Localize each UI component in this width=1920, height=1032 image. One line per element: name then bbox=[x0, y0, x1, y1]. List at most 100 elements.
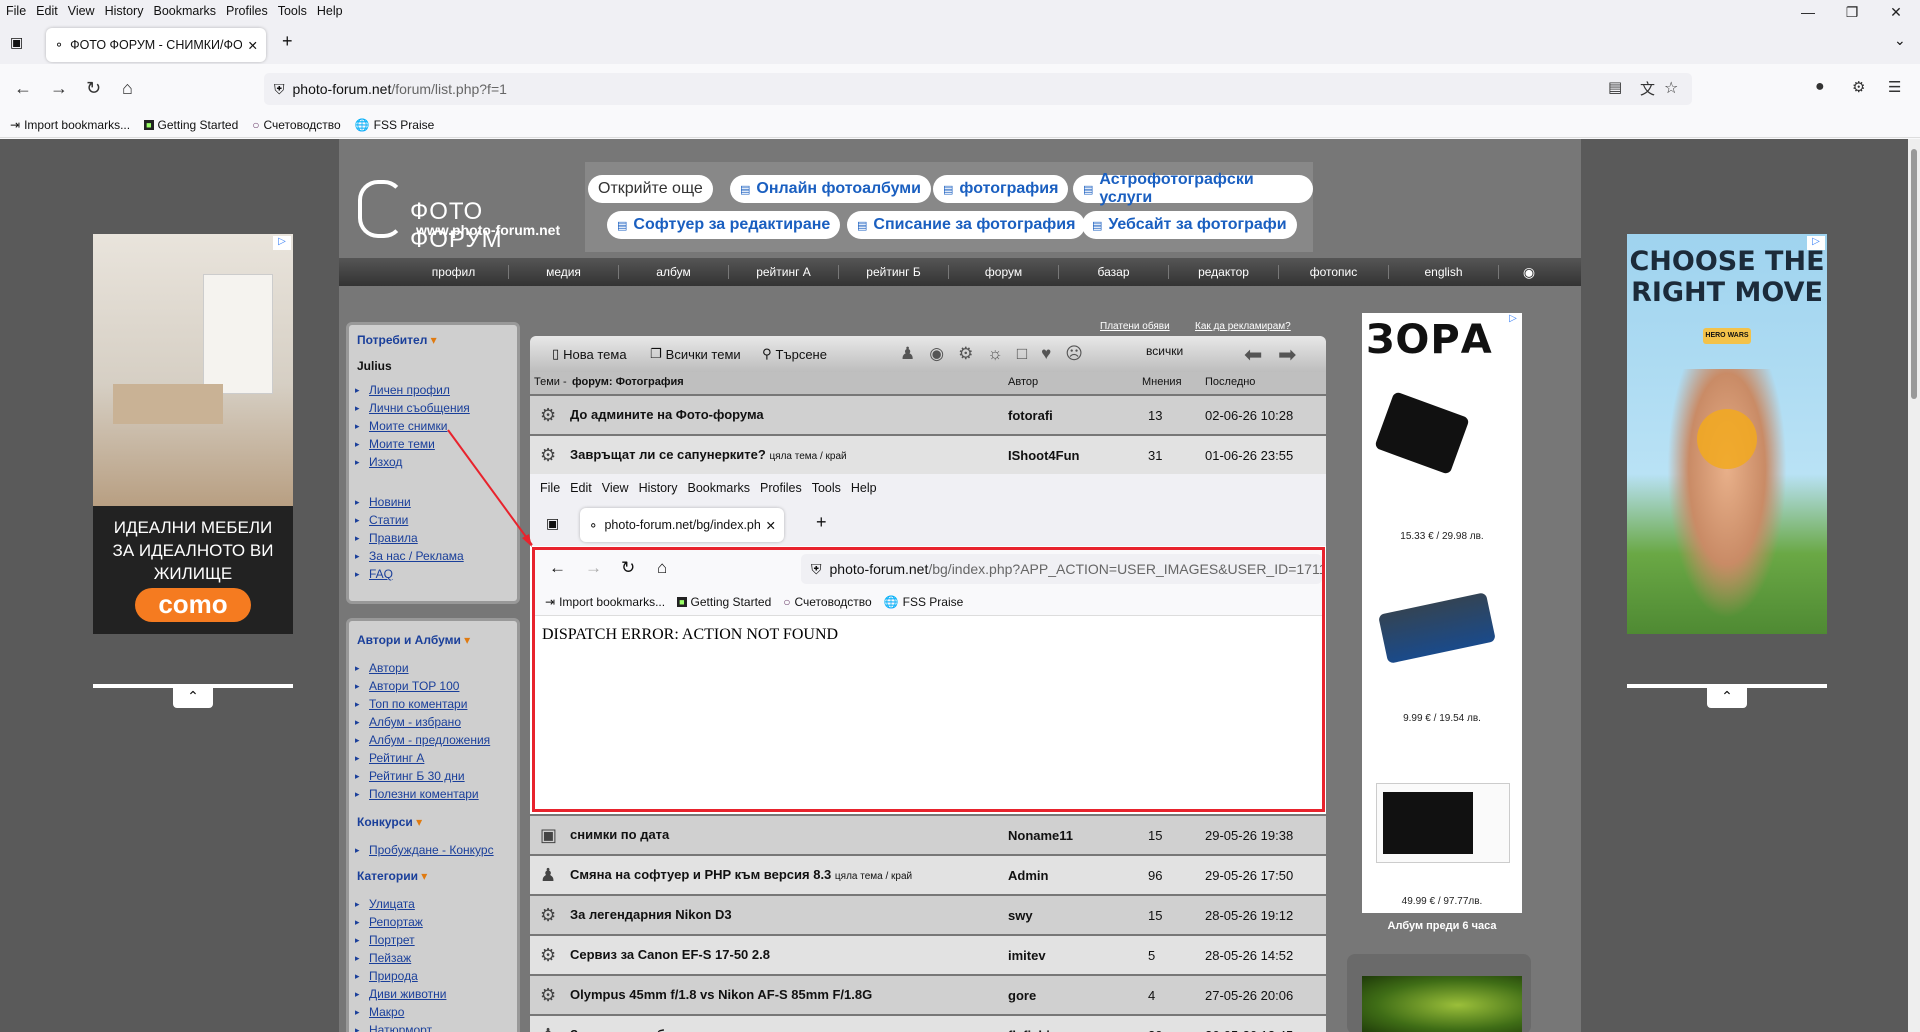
topic-author[interactable]: IShoot4Fun bbox=[1008, 448, 1080, 463]
sidebar-link[interactable]: Природа bbox=[369, 969, 418, 983]
menu-album[interactable]: албум bbox=[619, 265, 729, 279]
scrollbar[interactable] bbox=[1908, 139, 1920, 1032]
scrollbar-thumb[interactable] bbox=[1911, 149, 1917, 399]
table-row[interactable]: ⚙ Olympus 45mm f/1.8 vs Nikon AF-S 85mm F… bbox=[530, 976, 1326, 1014]
sidebar-link[interactable]: Изход bbox=[369, 455, 402, 469]
close-window-icon[interactable]: ✕ bbox=[1876, 0, 1916, 24]
tag-software[interactable]: ▤ Софтуер за редактиране bbox=[607, 211, 841, 239]
menu-edit[interactable]: Edit bbox=[36, 4, 58, 18]
menu-rating-b[interactable]: рейтинг Б bbox=[839, 265, 949, 279]
filter-icons[interactable]: ♟◉⚙☼□♥☹ bbox=[900, 344, 1097, 364]
sidebar-link[interactable]: Моите снимки bbox=[369, 419, 447, 433]
collapse-ad-icon[interactable]: ⌃ bbox=[173, 688, 213, 708]
account-icon[interactable]: ● bbox=[1815, 78, 1825, 96]
topic-author[interactable]: flyfishing bbox=[1008, 1028, 1066, 1032]
star-icon[interactable]: ☆ bbox=[1664, 78, 1678, 98]
minimize-icon[interactable]: — bbox=[1788, 0, 1828, 24]
sidebar-link[interactable]: Новини bbox=[369, 495, 411, 509]
paid-ads-link[interactable]: Платени обяви bbox=[1100, 321, 1170, 332]
menu-fotopis[interactable]: фотопис bbox=[1279, 265, 1389, 279]
tag-website[interactable]: ▤ Уебсайт за фотографи bbox=[1082, 211, 1297, 239]
sidebar-link[interactable]: Албум - избрано bbox=[369, 715, 461, 729]
extensions-icon[interactable]: ⚙ bbox=[1852, 78, 1865, 96]
topic-title[interactable]: снимки по дата bbox=[570, 827, 669, 842]
adchoices-icon[interactable]: ▷ bbox=[1807, 236, 1825, 250]
menu-forum[interactable]: форум bbox=[949, 265, 1059, 279]
sidebar-link[interactable]: Автори TOP 100 bbox=[369, 679, 459, 693]
table-row[interactable]: ♟ Смяна на софтуер и PHP към версия 8.3 ц… bbox=[530, 856, 1326, 894]
left-ad[interactable]: ▷ ИДЕАЛНИ МЕБЕЛИ ЗА ИДЕАЛНОТО ВИ ЖИЛИЩЕ … bbox=[93, 234, 293, 634]
translate-icon[interactable]: 文 bbox=[1640, 78, 1655, 99]
topic-author[interactable]: Admin bbox=[1008, 868, 1048, 883]
new-tab-icon[interactable]: + bbox=[282, 31, 293, 52]
close-tab-icon[interactable]: ✕ bbox=[248, 38, 258, 53]
sidebar-link[interactable]: Моите теми bbox=[369, 437, 435, 451]
sidebar-link[interactable]: Рейтинг А bbox=[369, 751, 424, 765]
url-bar[interactable]: ⛨ photo-forum.net /forum/list.php?f=1 bbox=[264, 73, 1692, 105]
zora-ad[interactable]: ЗОРА ▷ 15.33 € / 29.98 лв. 9.99 € / 19.5… bbox=[1362, 313, 1522, 913]
forward-icon[interactable]: → bbox=[50, 78, 68, 99]
menu-profile[interactable]: профил bbox=[399, 265, 509, 279]
site-logo[interactable]: ФОТО ФОРУМ www.photo-forum.net bbox=[358, 170, 568, 253]
adchoices-icon[interactable]: ▷ bbox=[273, 236, 291, 250]
topic-title[interactable]: До админите на Фото-форума bbox=[570, 407, 764, 422]
sidebar-link[interactable]: Репортаж bbox=[369, 915, 423, 929]
camera-icon[interactable]: ◉ bbox=[1499, 264, 1559, 281]
tab-list-icon[interactable]: ▣ bbox=[10, 34, 23, 51]
sidebar-link[interactable]: Натюрморт bbox=[369, 1023, 432, 1032]
restore-icon[interactable]: ❐ bbox=[1832, 0, 1872, 24]
sidebar-link[interactable]: Рейтинг Б 30 дни bbox=[369, 769, 465, 783]
topic-author[interactable]: swy bbox=[1008, 908, 1033, 923]
menu-tools[interactable]: Tools bbox=[278, 4, 307, 18]
menu-view[interactable]: View bbox=[68, 4, 95, 18]
topic-title[interactable]: Olympus 45mm f/1.8 vs Nikon AF-S 85mm F/… bbox=[570, 987, 872, 1002]
sidebar-link[interactable]: Топ по коментари bbox=[369, 697, 467, 711]
table-row[interactable]: ⚙ Завръщат ли се сапунерките? цяла тема /… bbox=[530, 436, 1326, 474]
home-icon[interactable]: ⌂ bbox=[122, 78, 133, 99]
table-row[interactable]: ⚙ За легендарния Nikon D3 swy 15 28-05-26 1… bbox=[530, 896, 1326, 934]
sidebar-link[interactable]: Пробуждане - Конкурс bbox=[369, 843, 494, 857]
topic-title[interactable]: За колегите,обичащи да снимат в дивото..… bbox=[570, 1027, 851, 1032]
sidebar-link[interactable]: Правила bbox=[369, 531, 418, 545]
menu-file[interactable]: File bbox=[6, 4, 26, 18]
sidebar-link[interactable]: Статии bbox=[369, 513, 408, 527]
topic-author[interactable]: fotorafi bbox=[1008, 408, 1053, 423]
chevron-down-icon[interactable]: ⌄ bbox=[1894, 32, 1906, 49]
prev-arrow-icon[interactable]: ⬅ bbox=[1244, 342, 1262, 368]
menu-help[interactable]: Help bbox=[317, 4, 343, 18]
sidebar-link[interactable]: Макро bbox=[369, 1005, 404, 1019]
menu-media[interactable]: медия bbox=[509, 265, 619, 279]
topic-title[interactable]: Сервиз за Canon EF-S 17-50 2.8 bbox=[570, 947, 770, 962]
hamburger-icon[interactable]: ☰ bbox=[1888, 78, 1901, 96]
tab-active[interactable]: ⚬ ФОТО ФОРУМ - СНИМКИ/ФОТ ✕ bbox=[46, 28, 266, 62]
sidebar-link[interactable]: Полезни коментари bbox=[369, 787, 479, 801]
topic-title[interactable]: За легендарния Nikon D3 bbox=[570, 907, 732, 922]
search-button[interactable]: ⚲ Търсене bbox=[762, 346, 827, 362]
sidebar-link[interactable]: Пейзаж bbox=[369, 951, 411, 965]
all-topics-button[interactable]: ❐ Всички теми bbox=[650, 346, 741, 362]
sidebar-link[interactable]: Лични съобщения bbox=[369, 401, 470, 415]
tag-magazine[interactable]: ▤ Списание за фотография bbox=[847, 211, 1086, 239]
reader-icon[interactable]: ▤ bbox=[1608, 78, 1622, 96]
menu-editor[interactable]: редактор bbox=[1169, 265, 1279, 279]
back-icon[interactable]: ← bbox=[14, 78, 32, 99]
tag-astro[interactable]: ▤ Астрофотографски услуги bbox=[1073, 171, 1313, 206]
collapse-ad-icon[interactable]: ⌃ bbox=[1707, 688, 1747, 708]
filter-all[interactable]: всички bbox=[1146, 344, 1183, 358]
tag-albums[interactable]: ▤ Онлайн фотоалбуми bbox=[730, 175, 931, 203]
next-arrow-icon[interactable]: ➡ bbox=[1278, 342, 1296, 368]
sidebar-link[interactable]: Личен профил bbox=[369, 383, 450, 397]
menu-english[interactable]: english bbox=[1389, 265, 1499, 279]
table-row[interactable]: ▣ снимки по дата Noname11 15 29-05-26 19:38 bbox=[530, 816, 1326, 854]
reload-icon[interactable]: ↻ bbox=[86, 78, 101, 99]
table-row[interactable]: ♟ За колегите,обичащи да снимат в дивото.… bbox=[530, 1016, 1326, 1032]
sidebar-link[interactable]: FAQ bbox=[369, 567, 393, 581]
sidebar-link[interactable]: Диви животни bbox=[369, 987, 446, 1001]
menu-profiles[interactable]: Profiles bbox=[226, 4, 268, 18]
tag-photography[interactable]: ▤ фотография bbox=[933, 175, 1069, 203]
menu-history[interactable]: History bbox=[105, 4, 144, 18]
sidebar-link[interactable]: Улицата bbox=[369, 897, 415, 911]
topic-author[interactable]: imitev bbox=[1008, 948, 1046, 963]
topic-title[interactable]: Смяна на софтуер и PHP към версия 8.3 ця… bbox=[570, 867, 912, 882]
right-ad[interactable]: CHOOSE THE RIGHT MOVE HERO WARS ▷ bbox=[1627, 234, 1827, 634]
